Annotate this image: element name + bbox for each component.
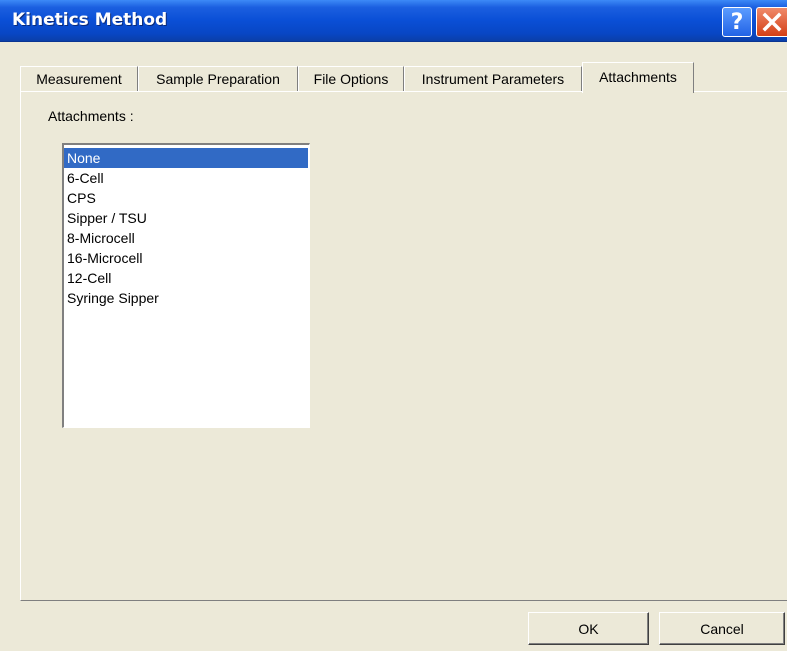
tab-label: Measurement [36,71,122,87]
list-item[interactable]: CPS [64,188,309,208]
list-item[interactable]: 16-Microcell [64,248,309,268]
list-item[interactable]: 6-Cell [64,168,309,188]
attachments-listbox[interactable]: None 6-Cell CPS Sipper / TSU 8-Microcell… [62,143,310,428]
list-item[interactable]: 12-Cell [64,268,309,288]
list-item[interactable]: 8-Microcell [64,228,309,248]
tab-label: Instrument Parameters [421,71,565,87]
tab-file-options[interactable]: File Options [298,66,404,92]
cancel-button[interactable]: Cancel [659,612,785,645]
title-bar[interactable]: Kinetics Method ? [0,0,787,42]
ok-button[interactable]: OK [528,612,649,645]
tab-sample-preparation[interactable]: Sample Preparation [138,66,298,92]
close-icon [762,12,782,32]
tab-label: Attachments [599,69,677,85]
list-item[interactable]: None [64,148,308,168]
tab-label: File Options [313,71,389,87]
help-button[interactable]: ? [722,7,752,37]
close-button[interactable] [756,7,787,37]
window-title: Kinetics Method [12,10,168,30]
tab-label: Sample Preparation [156,71,280,87]
tab-instrument-parameters[interactable]: Instrument Parameters [404,66,582,92]
kinetics-method-dialog: Kinetics Method ? Measurement Sample Pre… [0,0,787,651]
attachments-label: Attachments : [48,108,134,124]
ok-button-label: OK [578,620,599,637]
list-item[interactable]: Sipper / TSU [64,208,309,228]
cancel-button-label: Cancel [700,620,744,637]
tab-attachments[interactable]: Attachments [582,62,694,93]
help-icon: ? [730,9,744,35]
tab-measurement[interactable]: Measurement [20,66,138,92]
list-item[interactable]: Syringe Sipper [64,288,309,308]
